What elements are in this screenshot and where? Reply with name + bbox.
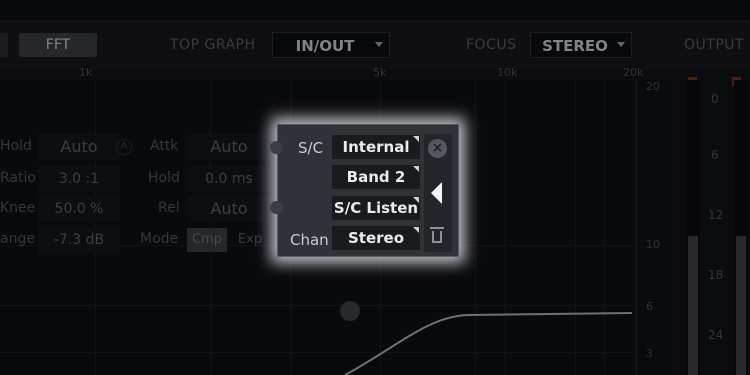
sc-label: S/C [298, 139, 324, 157]
sidechain-popup: S/C Chan Internal Band 2 S/C Listen Ster… [270, 124, 459, 257]
trash-icon[interactable] [430, 227, 444, 243]
dropdown-corner-icon [413, 197, 419, 203]
sc-band-value: Band 2 [346, 168, 406, 186]
dropdown-corner-icon [413, 166, 419, 172]
connector-dot [270, 201, 283, 214]
dropdown-corner-icon [413, 136, 419, 142]
sc-channel-value: Stereo [347, 229, 405, 247]
sc-listen-button[interactable]: S/C Listen [332, 196, 420, 220]
sc-channel-dropdown[interactable]: Stereo [332, 226, 420, 250]
sc-band-dropdown[interactable]: Band 2 [332, 165, 420, 189]
trash-can [432, 231, 442, 243]
close-icon[interactable]: × [428, 139, 447, 158]
sc-listen-label: S/C Listen [333, 199, 419, 217]
sc-source-dropdown[interactable]: Internal [332, 135, 420, 159]
sc-source-value: Internal [342, 138, 410, 156]
dropdown-corner-icon [413, 227, 419, 233]
collapse-arrow-icon[interactable] [431, 182, 442, 204]
trash-lid [430, 227, 444, 229]
connector-dot [270, 141, 283, 154]
chan-label: Chan [290, 231, 329, 249]
